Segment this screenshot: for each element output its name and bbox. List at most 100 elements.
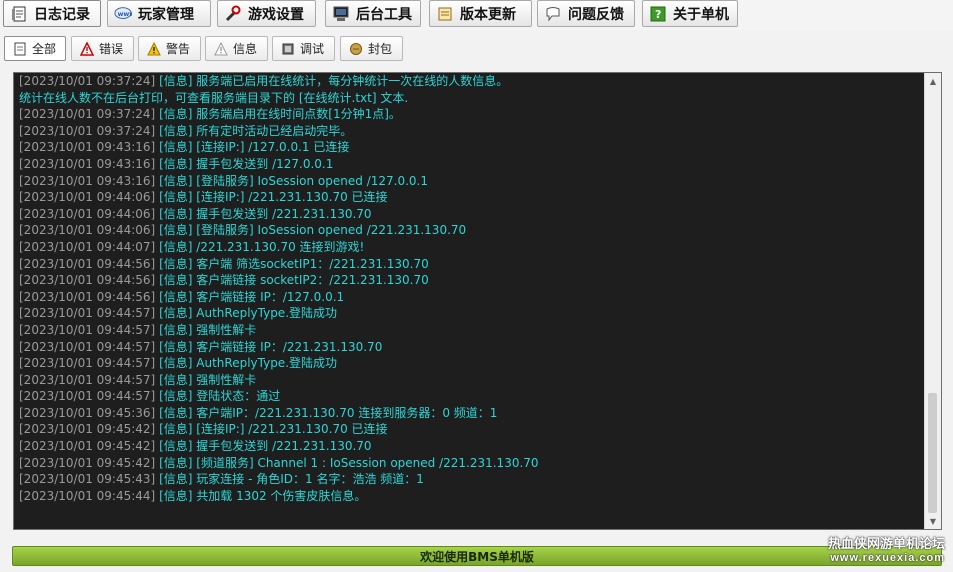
log-timestamp: [2023/10/01 09:44:57] [19,372,156,387]
log-message: 所有定时活动已经启动完毕。 [192,123,353,138]
tab-player-management[interactable]: www 玩家管理 [107,0,211,27]
log-timestamp: [2023/10/01 09:37:24] [19,123,156,138]
log-timestamp: [2023/10/01 09:37:24] [19,107,156,122]
log-message: 统计在线人数不在后台打印，可查看服务端目录下的 [在线统计.txt] 文本. [19,90,409,105]
tab-log-records[interactable]: 日志记录 [3,0,101,27]
scroll-down-icon[interactable]: ▼ [925,513,941,529]
help-icon: ? [649,5,667,23]
log-timestamp: [2023/10/01 09:44:57] [19,339,156,354]
log-output[interactable]: [2023/10/01 09:37:24] [信息] 服务端已启用在线统计，每分… [13,72,942,530]
log-level: [信息] [159,173,193,188]
log-message: [登陆服务] IoSession opened /127.0.0.1 [192,173,428,188]
log-timestamp: [2023/10/01 09:45:44] [19,488,156,503]
watermark-title: 热血侠网游单机论坛 [827,536,945,551]
tab-version-update[interactable]: 版本更新 [429,0,532,27]
log-message: 客户端IP：/221.231.130.70 连接到服务器：0 频道：1 [192,405,498,420]
log-timestamp: [2023/10/01 09:37:24] [19,74,156,88]
scroll-up-icon[interactable]: ▲ [925,73,941,89]
error-triangle-icon [80,41,94,56]
log-line: [2023/10/01 09:44:57] [信息] 强制性解卡 [19,372,921,389]
log-level: [信息] [159,256,193,271]
log-lines: [2023/10/01 09:37:24] [信息] 服务端已启用在线统计，每分… [19,73,921,504]
svg-text:www: www [118,10,132,17]
notepad-icon [10,5,28,23]
log-level: [信息] [159,472,193,487]
filter-warning[interactable]: 警告 [138,36,201,61]
log-level: [信息] [159,488,193,503]
log-timestamp: [2023/10/01 09:44:57] [19,389,156,404]
main-toolbar: 日志记录 www 玩家管理 游戏设置 后台工具 版本更新 问题反馈 ? 关于单机 [0,0,953,30]
log-timestamp: [2023/10/01 09:43:16] [19,140,156,155]
log-line: [2023/10/01 09:44:57] [信息] AuthReplyType… [19,305,921,322]
log-message: 共加载 1302 个伤害皮肤信息。 [192,488,367,503]
tab-backend-tools-label: 后台工具 [356,6,412,23]
site-watermark: 热血侠网游单机论坛 www.rexuexia.com [828,537,945,565]
log-level: [信息] [159,455,193,470]
log-level: [信息] [159,339,193,354]
tab-game-settings[interactable]: 游戏设置 [217,0,316,27]
tab-about[interactable]: ? 关于单机 [642,0,738,27]
log-timestamp: [2023/10/01 09:45:42] [19,455,156,470]
log-message: 玩家连接 - 角色ID：1 名字：浩浩 频道：1 [192,472,424,487]
log-message: AuthReplyType.登陆成功 [192,306,338,321]
scroll-icon [436,5,454,23]
log-filter-tabs: 全部 错误 警告 信息 调试 封包 [0,36,953,63]
log-timestamp: [2023/10/01 09:45:42] [19,422,156,437]
tab-backend-tools[interactable]: 后台工具 [325,0,421,27]
log-timestamp: [2023/10/01 09:44:07] [19,239,156,254]
log-level: [信息] [159,356,193,371]
filter-packet-label: 封包 [368,42,393,56]
tab-game-settings-label: 游戏设置 [248,6,304,23]
log-message: 客户端链接 IP：/127.0.0.1 [192,289,345,304]
log-level: [信息] [159,273,193,288]
filter-debug-label: 调试 [300,42,325,56]
filter-debug[interactable]: 调试 [272,36,335,61]
log-level: [信息] [159,156,193,171]
log-message: 客户端 筛选socketIP1：/221.231.130.70 [192,256,429,271]
log-line: [2023/10/01 09:37:24] [信息] 所有定时活动已经启动完毕。 [19,123,921,140]
log-line: [2023/10/01 09:44:57] [信息] 客户端链接 IP：/221… [19,339,921,356]
watermark-url: www.rexuexia.com [830,552,945,564]
log-timestamp: [2023/10/01 09:44:57] [19,356,156,371]
log-level: [信息] [159,289,193,304]
log-line: [2023/10/01 09:44:56] [信息] 客户端 筛选socketI… [19,256,921,273]
log-line: [2023/10/01 09:45:42] [信息] [频道服务] Channe… [19,455,921,472]
log-level: [信息] [159,439,193,454]
scroll-thumb[interactable] [928,393,937,513]
tab-feedback[interactable]: 问题反馈 [537,0,635,27]
log-scrollbar[interactable]: ▲ ▼ [924,73,941,529]
tab-about-label: 关于单机 [673,6,729,23]
filter-error-label: 错误 [99,42,124,56]
log-line: [2023/10/01 09:44:56] [信息] 客户端链接 IP：/127… [19,289,921,306]
log-timestamp: [2023/10/01 09:44:06] [19,223,156,238]
log-timestamp: [2023/10/01 09:44:56] [19,289,156,304]
log-message: /221.231.130.70 连接到游戏! [192,239,365,254]
log-line: [2023/10/01 09:44:57] [信息] 登陆状态：通过 [19,388,921,405]
tab-player-management-label: 玩家管理 [138,6,194,23]
log-timestamp: [2023/10/01 09:44:06] [19,190,156,205]
info-icon [214,41,228,56]
log-timestamp: [2023/10/01 09:44:56] [19,273,156,288]
log-level: [信息] [159,372,193,387]
tab-version-update-label: 版本更新 [460,6,516,23]
filter-error[interactable]: 错误 [71,36,134,61]
log-line: [2023/10/01 09:44:57] [信息] AuthReplyType… [19,355,921,372]
status-text: 欢迎使用BMS单机版 [420,549,534,564]
log-level: [信息] [159,422,193,437]
log-message: 握手包发送到 /221.231.130.70 [192,439,372,454]
svg-text:?: ? [655,8,661,21]
log-line: [2023/10/01 09:45:36] [信息] 客户端IP：/221.23… [19,405,921,422]
filter-packet[interactable]: 封包 [340,36,403,61]
log-message: 服务端启用在线时间点数[1分钟1点]。 [192,107,401,122]
log-level: [信息] [159,107,193,122]
log-level: [信息] [159,123,193,138]
filter-info[interactable]: 信息 [205,36,268,61]
warning-icon [147,41,161,56]
log-line: [2023/10/01 09:43:16] [信息] [登陆服务] IoSess… [19,173,921,190]
filter-warning-label: 警告 [166,42,191,56]
log-message: 握手包发送到 /127.0.0.1 [192,156,334,171]
log-timestamp: [2023/10/01 09:45:42] [19,439,156,454]
document-icon [13,42,27,56]
filter-all[interactable]: 全部 [4,36,66,61]
log-line: [2023/10/01 09:44:06] [信息] [连接IP:] /221.… [19,189,921,206]
